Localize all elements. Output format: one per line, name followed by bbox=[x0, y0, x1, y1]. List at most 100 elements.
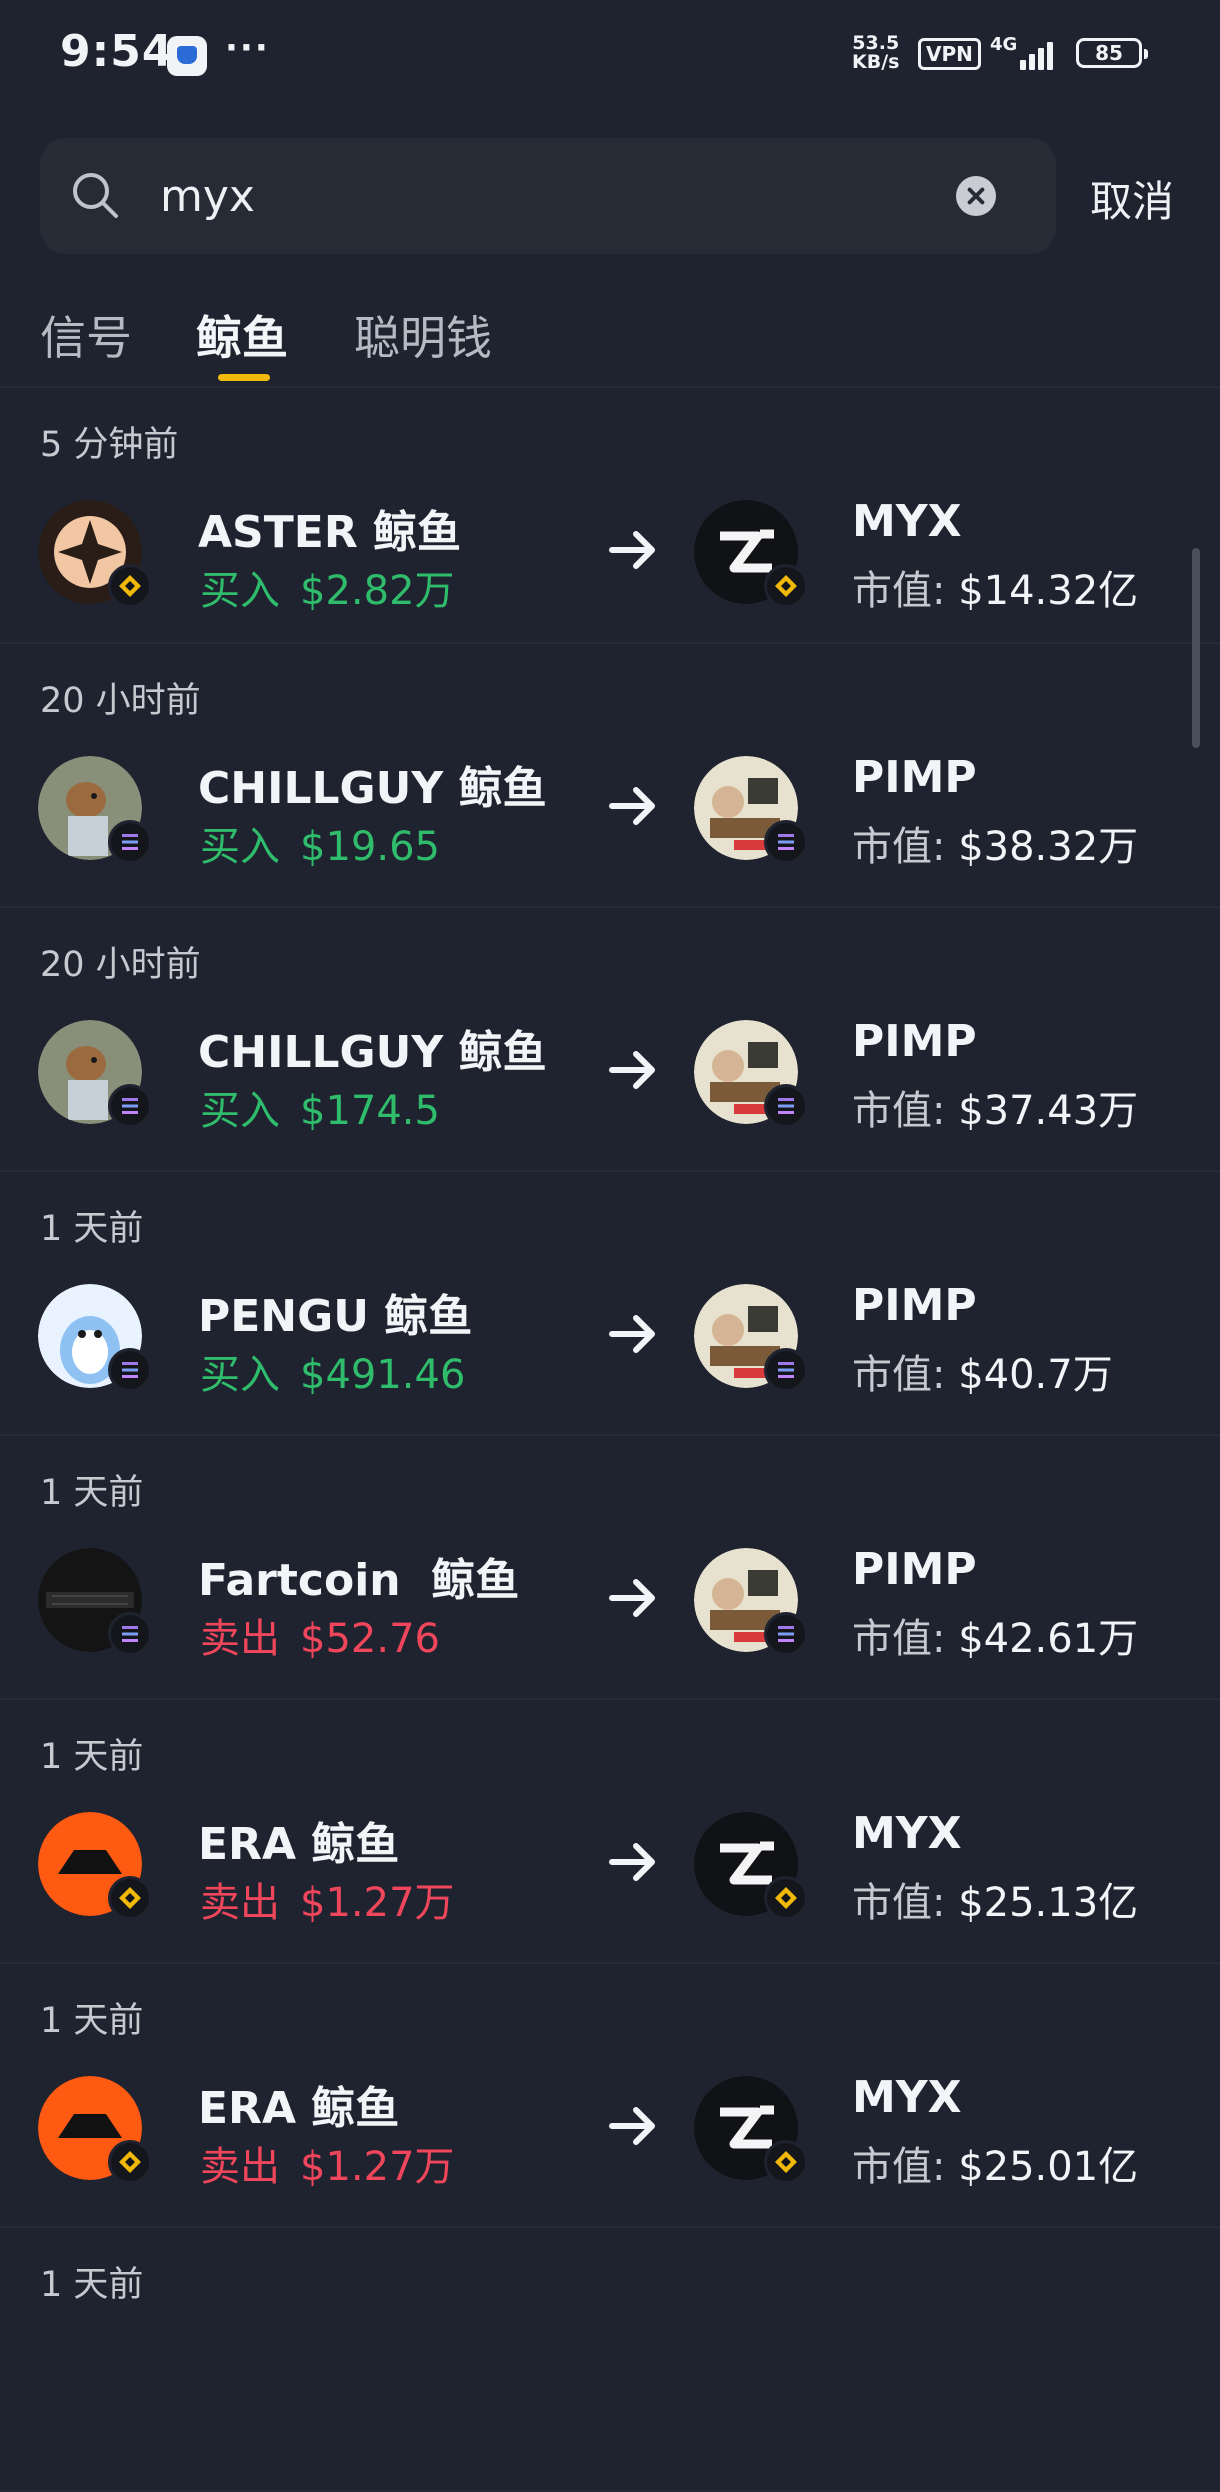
whale-name: CHILLGUY 鲸鱼 bbox=[198, 1027, 547, 1078]
time-ago: 1 天前 bbox=[40, 1209, 144, 1249]
trade-info: 买入 $174.5 bbox=[200, 1078, 440, 1136]
market-cap-label: 市值: bbox=[852, 1352, 946, 1398]
bnb-chain-icon bbox=[764, 2140, 808, 2184]
trade-side: 买入 bbox=[200, 568, 280, 614]
whale-feed-list: 5 分钟前 ASTER 鲸鱼 买入 $2.82万 MYX 市值: $14.32亿 … bbox=[0, 388, 1220, 2492]
trade-side: 卖出 bbox=[200, 1880, 280, 1926]
whale-name: ERA 鲸鱼 bbox=[198, 1819, 400, 1870]
list-item[interactable]: 1 天前 ERA 鲸鱼 卖出 $1.27万 MYX 市值: $25.01亿 bbox=[0, 1964, 1220, 2228]
bnb-chain-icon bbox=[764, 564, 808, 608]
market-cap: 市值: $40.7万 bbox=[852, 1342, 1113, 1400]
market-cap-label: 市值: bbox=[852, 824, 946, 870]
whale-name: ASTER 鲸鱼 bbox=[198, 507, 462, 558]
tab-whales[interactable]: 鲸鱼 bbox=[196, 302, 288, 368]
market-cap: 市值: $25.13亿 bbox=[852, 1870, 1138, 1928]
solana-chain-icon bbox=[764, 1084, 808, 1128]
tab-signals[interactable]: 信号 bbox=[40, 302, 132, 368]
time-ago: 1 天前 bbox=[40, 2265, 144, 2305]
time-ago: 1 天前 bbox=[40, 1737, 144, 1777]
time-ago: 20 小时前 bbox=[40, 945, 201, 985]
list-item[interactable]: 20 小时前 CHILLGUY 鲸鱼 买入 $174.5 PIMP 市值: $37… bbox=[0, 908, 1220, 1172]
list-item[interactable]: 1 天前 ERA 鲸鱼 卖出 $1.27万 MYX 市值: $25.13亿 bbox=[0, 1700, 1220, 1964]
market-cap-value: $38.32万 bbox=[958, 824, 1139, 870]
tab-bar: 信号 鲸鱼 聪明钱 bbox=[0, 290, 1220, 388]
list-item[interactable]: 20 小时前 CHILLGUY 鲸鱼 买入 $19.65 PIMP 市值: $38… bbox=[0, 644, 1220, 908]
trade-info: 买入 $491.46 bbox=[200, 1342, 465, 1400]
market-cap: 市值: $42.61万 bbox=[852, 1606, 1138, 1664]
market-cap-label: 市值: bbox=[852, 568, 946, 614]
clear-search-icon[interactable] bbox=[956, 176, 996, 216]
token-name: MYX bbox=[852, 496, 962, 547]
list-item[interactable]: 1 天前 Fartcoin 鲸鱼 卖出 $52.76 PIMP 市值: $42.6… bbox=[0, 1436, 1220, 1700]
token-name: PIMP bbox=[852, 752, 977, 803]
solana-chain-icon bbox=[764, 820, 808, 864]
cancel-button[interactable]: 取消 bbox=[1090, 168, 1174, 229]
trade-amount: $1.27万 bbox=[300, 1880, 455, 1926]
trade-info: 买入 $2.82万 bbox=[200, 558, 455, 616]
market-cap-label: 市值: bbox=[852, 1880, 946, 1926]
market-cap-value: $25.01亿 bbox=[958, 2144, 1139, 2190]
bnb-chain-icon bbox=[108, 2140, 152, 2184]
list-item[interactable]: 1 天前 PENGU 鲸鱼 买入 $491.46 PIMP 市值: $40.7万 bbox=[0, 1172, 1220, 1436]
trade-amount: $491.46 bbox=[300, 1352, 466, 1398]
market-cap-value: $25.13亿 bbox=[958, 1880, 1139, 1926]
whale-name: ERA 鲸鱼 bbox=[198, 2083, 400, 2134]
tab-active-indicator bbox=[218, 374, 270, 381]
arrow-right-icon bbox=[609, 1579, 655, 1617]
whale-name: Fartcoin 鲸鱼 bbox=[198, 1555, 520, 1606]
network-speed: 53.5 KB/s bbox=[852, 34, 899, 72]
signal-strength-icon bbox=[1020, 38, 1060, 70]
market-cap-label: 市值: bbox=[852, 1088, 946, 1134]
token-name: MYX bbox=[852, 1808, 962, 1859]
arrow-right-icon bbox=[609, 1843, 655, 1881]
trade-amount: $1.27万 bbox=[300, 2144, 455, 2190]
time-ago: 1 天前 bbox=[40, 1473, 144, 1513]
solana-chain-icon bbox=[764, 1348, 808, 1392]
network-speed-unit: KB/s bbox=[852, 51, 900, 73]
market-cap: 市值: $38.32万 bbox=[852, 814, 1138, 872]
battery-icon: 85 bbox=[1076, 38, 1148, 68]
solana-chain-icon bbox=[108, 1612, 152, 1656]
bnb-chain-icon bbox=[108, 1876, 152, 1920]
time-ago: 5 分钟前 bbox=[40, 425, 179, 465]
token-name: PIMP bbox=[852, 1544, 977, 1595]
token-name: MYX bbox=[852, 2072, 962, 2123]
arrow-right-icon bbox=[609, 2107, 655, 2145]
arrow-right-icon bbox=[609, 1315, 655, 1353]
trade-info: 卖出 $52.76 bbox=[200, 1606, 440, 1664]
search-input[interactable] bbox=[160, 166, 960, 226]
more-notifications-icon: ··· bbox=[225, 28, 270, 68]
search-bar[interactable] bbox=[40, 138, 1056, 254]
token-name: PIMP bbox=[852, 1016, 977, 1067]
list-item[interactable]: 1 天前 bbox=[0, 2228, 1220, 2492]
status-bar: 9:54 ··· 53.5 KB/s VPN 4G 85 bbox=[0, 0, 1220, 110]
trade-info: 买入 $19.65 bbox=[200, 814, 440, 872]
market-cap-value: $42.61万 bbox=[958, 1616, 1139, 1662]
tab-smart-money[interactable]: 聪明钱 bbox=[354, 302, 492, 368]
trade-side: 卖出 bbox=[200, 2144, 280, 2190]
trade-info: 卖出 $1.27万 bbox=[200, 1870, 455, 1928]
solana-chain-icon bbox=[108, 1084, 152, 1128]
trade-side: 买入 bbox=[200, 1088, 280, 1134]
trade-amount: $19.65 bbox=[300, 824, 440, 870]
bnb-chain-icon bbox=[108, 564, 152, 608]
vpn-badge: VPN bbox=[918, 38, 981, 70]
time-ago: 20 小时前 bbox=[40, 681, 201, 721]
scrollbar[interactable] bbox=[1192, 548, 1200, 748]
solana-chain-icon bbox=[764, 1612, 808, 1656]
list-item[interactable]: 5 分钟前 ASTER 鲸鱼 买入 $2.82万 MYX 市值: $14.32亿 bbox=[0, 388, 1220, 644]
solana-chain-icon bbox=[108, 820, 152, 864]
market-cap-label: 市值: bbox=[852, 1616, 946, 1662]
trade-side: 卖出 bbox=[200, 1616, 280, 1662]
arrow-right-icon bbox=[609, 531, 655, 569]
token-name: PIMP bbox=[852, 1280, 977, 1331]
network-type: 4G bbox=[990, 34, 1018, 55]
trade-side: 买入 bbox=[200, 824, 280, 870]
trade-side: 买入 bbox=[200, 1352, 280, 1398]
market-cap: 市值: $14.32亿 bbox=[852, 558, 1138, 616]
time-ago: 1 天前 bbox=[40, 2001, 144, 2041]
whale-name: CHILLGUY 鲸鱼 bbox=[198, 763, 547, 814]
market-cap-value: $14.32亿 bbox=[958, 568, 1139, 614]
solana-chain-icon bbox=[108, 1348, 152, 1392]
market-cap: 市值: $37.43万 bbox=[852, 1078, 1138, 1136]
